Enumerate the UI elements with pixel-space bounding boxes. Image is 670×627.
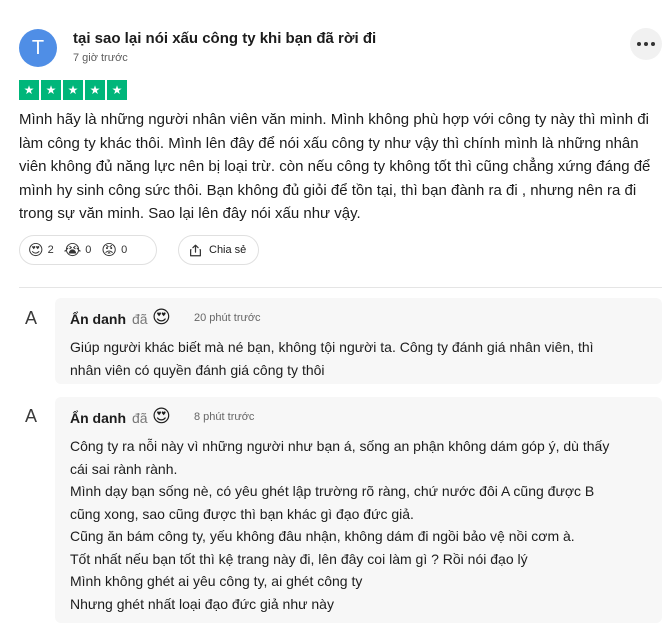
comment-text: Công ty ra nỗi này vì những người như bạ…	[70, 435, 650, 615]
comment-author: Ẩn danh	[70, 311, 126, 327]
reaction-count: 2	[47, 244, 54, 256]
angry-emoji-icon: 😡	[101, 242, 118, 259]
star-icon: ★	[107, 80, 127, 100]
commenter-avatar: A	[25, 406, 38, 426]
heart-eyes-emoji-icon: 😍	[28, 242, 44, 259]
review-title[interactable]: tại sao lại nói xấu công ty khi bạn đã r…	[73, 30, 376, 47]
comment-line: Giúp người khác biết mà né bạn, không tộ…	[70, 339, 594, 355]
comment-line: nhân viên có quyền đánh giá công ty thôi	[70, 361, 325, 378]
comment-line: Cũng ăn bám công ty, yếu không đâu nhận,…	[70, 528, 575, 544]
comment-verb: đã	[132, 311, 148, 327]
reviewer-avatar[interactable]: T	[19, 29, 57, 67]
dot-icon	[651, 42, 655, 46]
star-icon: ★	[19, 80, 39, 100]
review-timestamp: 7 giờ trước	[73, 52, 128, 64]
heart-eyes-emoji-icon: 😍	[152, 406, 171, 426]
star-icon: ★	[41, 80, 61, 100]
heart-eyes-emoji-icon: 😍	[152, 307, 171, 327]
comment-verb: đã	[132, 410, 148, 426]
comment-author: Ẩn danh	[70, 410, 126, 426]
divider	[19, 287, 662, 288]
comment-line: Mình dạy bạn sống nè, có yêu ghét lập tr…	[70, 483, 595, 499]
share-label: Chia sẻ	[209, 244, 247, 256]
review-body: Mình hãy là những người nhân viên văn mi…	[19, 111, 651, 223]
reaction-crying-button[interactable]: 😭 0	[64, 241, 92, 259]
crying-emoji-icon: 😭	[63, 242, 82, 259]
comment-text: Giúp người khác biết mà né bạn, không tộ…	[70, 336, 650, 381]
star-rating: ★ ★ ★ ★ ★	[19, 80, 127, 100]
comment-line: cái sai rành rành.	[70, 460, 178, 477]
reaction-count: 0	[85, 244, 92, 256]
dot-icon	[637, 42, 641, 46]
reactions-bar: 😍 2 😭 0 😡 0	[19, 235, 157, 265]
comment-line: cũng xong, sao cũng được thì bạn khác gì…	[70, 505, 414, 522]
comment-line: Nhưng ghét nhất loại đạo đức giả như này	[70, 595, 334, 612]
reaction-angry-button[interactable]: 😡 0	[101, 241, 127, 259]
reaction-heart-eyes-button[interactable]: 😍 2	[28, 241, 54, 259]
share-button[interactable]: Chia sẻ	[178, 235, 259, 265]
star-icon: ★	[63, 80, 83, 100]
comment-box: Ẩn danh đã 😍 20 phút trước Giúp người kh…	[55, 298, 662, 384]
share-icon	[190, 244, 201, 256]
dot-icon	[644, 42, 648, 46]
comment-box: Ẩn danh đã 😍 8 phút trước Công ty ra nỗi…	[55, 397, 662, 623]
comment-line: Mình không ghét ai yêu công ty, ai ghét …	[70, 573, 363, 589]
comment-line: Công ty ra nỗi này vì những người như bạ…	[70, 438, 610, 454]
commenter-avatar: A	[25, 308, 38, 328]
comment-line: Tốt nhất nếu bạn tốt thì kệ trang này đi…	[70, 550, 528, 567]
comment-timestamp: 8 phút trước	[194, 411, 255, 423]
comment-timestamp: 20 phút trước	[194, 312, 261, 324]
star-icon: ★	[85, 80, 105, 100]
reaction-count: 0	[121, 244, 128, 256]
review-card: T tại sao lại nói xấu công ty khi bạn đã…	[0, 0, 670, 627]
more-options-button[interactable]	[630, 28, 662, 60]
